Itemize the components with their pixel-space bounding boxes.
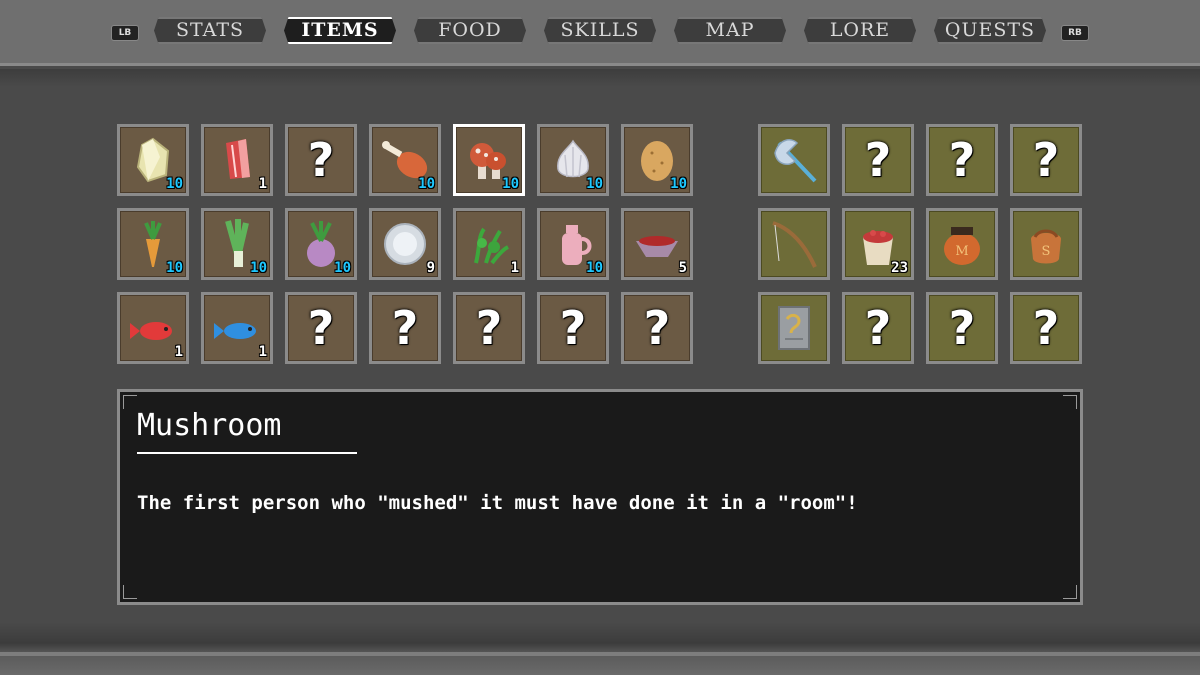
unknown-item-icon: ? <box>391 301 419 355</box>
inventory-slot[interactable]: ? <box>537 292 609 364</box>
inventory-slot[interactable]: 5 <box>621 208 693 280</box>
item-count: 10 <box>502 176 519 192</box>
inventory-slot[interactable]: 10 <box>117 124 189 196</box>
inventory-slot[interactable]: 10 <box>621 124 693 196</box>
item-count: 10 <box>166 176 183 192</box>
inventory-slot[interactable] <box>758 124 830 196</box>
pot-m-icon: M <box>944 227 980 265</box>
inventory-slot[interactable]: ? <box>285 124 357 196</box>
unknown-item-icon: ? <box>307 133 335 187</box>
inventory-slot[interactable]: ? <box>621 292 693 364</box>
bottom-bar-divider <box>0 652 1200 656</box>
scroll-icon <box>778 306 810 350</box>
inventory-slot[interactable]: M <box>926 208 998 280</box>
inventory-slot[interactable]: 1 <box>453 208 525 280</box>
item-count: 10 <box>418 176 435 192</box>
inventory-slot[interactable]: ? <box>369 292 441 364</box>
inventory-slot[interactable]: ? <box>1010 124 1082 196</box>
unknown-item-icon: ? <box>559 301 587 355</box>
unknown-item-icon: ? <box>864 133 892 187</box>
inventory-slot[interactable]: 10 <box>369 124 441 196</box>
lb-bumper-hint[interactable]: LB <box>111 25 139 41</box>
rb-bumper-hint[interactable]: RB <box>1061 25 1089 41</box>
inventory-slot[interactable]: S <box>1010 208 1082 280</box>
inventory-slot[interactable]: 9 <box>369 208 441 280</box>
inventory-slot[interactable]: 10 <box>201 208 273 280</box>
pot-letter: M <box>955 244 968 259</box>
item-count: 10 <box>166 260 183 276</box>
inventory-slot[interactable]: 10 <box>285 208 357 280</box>
inventory-slot[interactable]: ? <box>842 292 914 364</box>
panel-corner-ornament <box>123 585 137 599</box>
item-count: 10 <box>586 176 603 192</box>
inventory-slot[interactable]: 1 <box>117 292 189 364</box>
unknown-item-icon: ? <box>1032 133 1060 187</box>
title-underline <box>137 452 357 454</box>
item-count: 10 <box>334 260 351 276</box>
item-count: 9 <box>426 260 435 276</box>
item-count: 10 <box>250 260 267 276</box>
unknown-item-icon: ? <box>1032 301 1060 355</box>
tab-map[interactable]: MAP <box>674 17 786 44</box>
pouch-s-icon: S <box>1031 229 1061 264</box>
panel-corner-ornament <box>1063 585 1077 599</box>
red-fish-icon <box>130 322 172 340</box>
tab-skills[interactable]: SKILLS <box>544 17 656 44</box>
inventory-slot[interactable]: ? <box>926 124 998 196</box>
item-count: 1 <box>174 344 183 360</box>
tab-lore[interactable]: LORE <box>804 17 916 44</box>
double-axe-icon <box>774 139 817 183</box>
plate-icon <box>384 223 426 265</box>
item-description-panel: Mushroom The first person who "mushed" i… <box>117 389 1083 605</box>
item-count: 1 <box>258 344 267 360</box>
panel-corner-ornament <box>123 395 137 409</box>
berry-bowl-icon <box>636 236 678 257</box>
item-description-text: The first person who "mushed" it must ha… <box>137 492 858 514</box>
inventory-slot[interactable]: ? <box>453 292 525 364</box>
tab-stats[interactable]: STATS <box>154 17 266 44</box>
tab-quests[interactable]: QUESTS <box>934 17 1046 44</box>
inventory-slot[interactable]: 10 <box>117 208 189 280</box>
inventory-slot[interactable] <box>758 292 830 364</box>
inventory-slot[interactable]: 23 <box>842 208 914 280</box>
item-count: 10 <box>586 260 603 276</box>
item-count: 10 <box>670 176 687 192</box>
bottom-bar <box>0 622 1200 675</box>
item-count: 1 <box>510 260 519 276</box>
item-count: 1 <box>258 176 267 192</box>
inventory-slot[interactable]: 10 <box>537 208 609 280</box>
tab-items[interactable]: ITEMS <box>284 17 396 44</box>
item-count: 23 <box>891 260 908 276</box>
inventory-slot[interactable]: ? <box>926 292 998 364</box>
inventory-slot[interactable]: ? <box>842 124 914 196</box>
inventory-slot[interactable]: 1 <box>201 292 273 364</box>
inventory-slot[interactable]: 1 <box>201 124 273 196</box>
unknown-item-icon: ? <box>948 133 976 187</box>
inventory-slot[interactable]: ? <box>1010 292 1082 364</box>
herb-icon <box>474 227 510 265</box>
inventory-slot[interactable]: ? <box>285 292 357 364</box>
inventory-slot[interactable] <box>758 208 830 280</box>
tab-food[interactable]: FOOD <box>414 17 526 44</box>
tab-bar-shadow <box>0 69 1200 87</box>
unknown-item-icon: ? <box>948 301 976 355</box>
blue-fish-icon <box>214 323 256 339</box>
unknown-item-icon: ? <box>475 301 503 355</box>
inventory-slot-selected[interactable]: 10 <box>453 124 525 196</box>
unknown-item-icon: ? <box>643 301 671 355</box>
unknown-item-icon: ? <box>864 301 892 355</box>
inventory-slot[interactable]: 10 <box>537 124 609 196</box>
fishing-rod-icon <box>772 221 817 268</box>
pouch-letter: S <box>1042 244 1051 259</box>
panel-corner-ornament <box>1063 395 1077 409</box>
raw-meat-icon <box>226 139 250 179</box>
unknown-item-icon: ? <box>307 301 335 355</box>
item-name: Mushroom <box>137 408 282 443</box>
item-count: 5 <box>678 260 687 276</box>
